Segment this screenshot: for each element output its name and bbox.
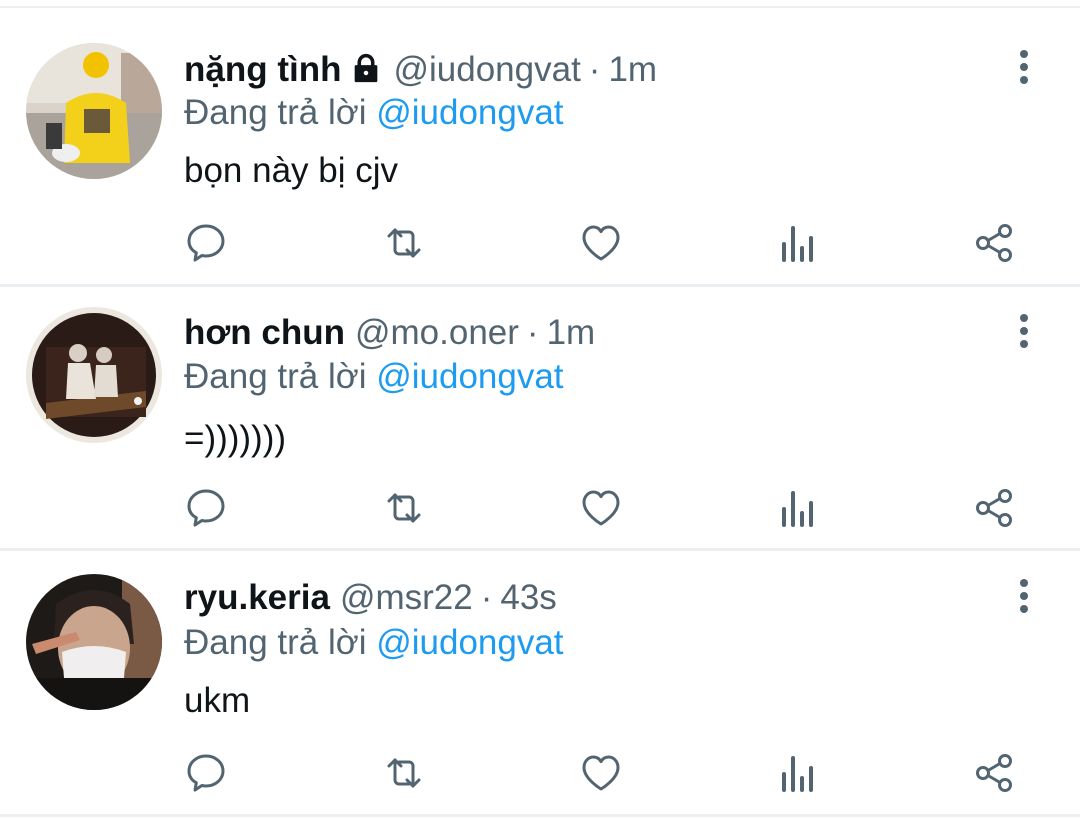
more-options-icon[interactable]	[1008, 310, 1040, 354]
like-icon[interactable]	[576, 748, 626, 798]
avatar[interactable]	[26, 574, 162, 710]
replying-prefix: Đang trả lời	[184, 93, 367, 132]
replying-to: Đang trả lời @iudongvat	[184, 91, 564, 135]
tweet-actions	[0, 483, 1080, 533]
user-handle[interactable]: @iudongvat	[393, 48, 580, 92]
retweet-icon[interactable]	[379, 748, 429, 798]
reply-icon[interactable]	[181, 748, 231, 798]
separator-dot: ·	[526, 313, 539, 352]
tweet[interactable]: nặng tình @iudongvat · 1m Đang trả lời @…	[0, 0, 1080, 287]
display-name[interactable]: hơn chun	[184, 311, 345, 355]
more-options-icon[interactable]	[1008, 575, 1040, 619]
like-icon[interactable]	[576, 218, 626, 268]
tweet[interactable]: ryu.keria @msr22 · 43s Đang trả lời @iud…	[0, 551, 1080, 820]
avatar[interactable]	[26, 43, 162, 179]
tweet-actions	[0, 748, 1080, 798]
tweet[interactable]: hơn chun @mo.oner · 1m Đang trả lời @iud…	[0, 287, 1080, 550]
replying-prefix: Đang trả lời	[184, 357, 367, 396]
timestamp[interactable]: 1m	[608, 48, 657, 92]
separator-dot: ·	[480, 578, 493, 617]
retweet-icon[interactable]	[379, 218, 429, 268]
timestamp[interactable]: 43s	[500, 576, 556, 620]
user-handle[interactable]: @msr22	[340, 576, 473, 620]
reply-icon[interactable]	[181, 483, 231, 533]
timestamp[interactable]: 1m	[547, 311, 596, 355]
separator-dot: ·	[588, 50, 601, 89]
analytics-icon[interactable]	[772, 218, 822, 268]
reply-mention-link[interactable]: @iudongvat	[376, 357, 563, 396]
tweet-text: ukm	[184, 681, 251, 720]
tweet-text: =)))))))	[184, 419, 287, 458]
analytics-icon[interactable]	[772, 483, 822, 533]
user-handle[interactable]: @mo.oner	[355, 311, 519, 355]
reply-mention-link[interactable]: @iudongvat	[376, 623, 563, 662]
lock-icon	[349, 51, 383, 85]
display-name[interactable]: ryu.keria	[184, 576, 330, 620]
tweet-text: bọn này bị cjv	[184, 151, 399, 190]
reply-mention-link[interactable]: @iudongvat	[376, 93, 563, 132]
tweet-divider	[0, 814, 1080, 817]
share-icon[interactable]	[969, 748, 1019, 798]
reply-icon[interactable]	[181, 218, 231, 268]
more-options-icon[interactable]	[1008, 46, 1040, 90]
like-icon[interactable]	[576, 483, 626, 533]
replying-prefix: Đang trả lời	[184, 623, 367, 662]
replying-to: Đang trả lời @iudongvat	[184, 355, 564, 399]
replying-to: Đang trả lời @iudongvat	[184, 621, 564, 665]
avatar[interactable]	[26, 307, 162, 443]
share-icon[interactable]	[969, 218, 1019, 268]
tweet-actions	[0, 218, 1080, 268]
share-icon[interactable]	[969, 483, 1019, 533]
retweet-icon[interactable]	[379, 483, 429, 533]
display-name[interactable]: nặng tình	[184, 48, 341, 92]
analytics-icon[interactable]	[772, 748, 822, 798]
